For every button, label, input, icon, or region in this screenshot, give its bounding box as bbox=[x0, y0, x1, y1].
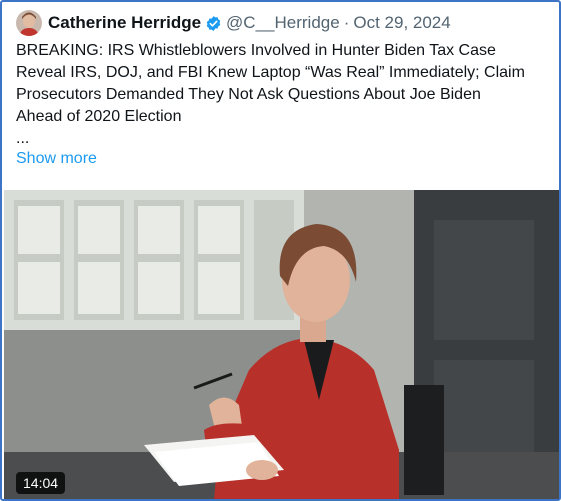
author-handle[interactable]: @C__Herridge bbox=[226, 13, 340, 33]
video-duration-badge: 14:04 bbox=[16, 472, 66, 494]
video-player[interactable]: 14:04 bbox=[4, 190, 559, 499]
verified-badge-icon bbox=[205, 15, 222, 32]
tweet-date[interactable]: Oct 29, 2024 bbox=[353, 13, 450, 33]
tweet-header: Catherine Herridge @C__Herridge · Oct 29… bbox=[16, 8, 451, 38]
show-more-link[interactable]: Show more bbox=[16, 150, 97, 168]
avatar[interactable] bbox=[16, 10, 42, 36]
author-name[interactable]: Catherine Herridge bbox=[48, 13, 201, 33]
tweet-text-ellipsis: ... bbox=[16, 130, 30, 147]
tweet-text-line: Prosecutors Demanded They Not Ask Questi… bbox=[16, 86, 481, 103]
tweet-text-line: Ahead of 2020 Election bbox=[16, 108, 182, 125]
tweet-text-line: Reveal IRS, DOJ, and FBI Knew Laptop “Wa… bbox=[16, 64, 525, 81]
tweet-text: BREAKING: IRS Whistleblowers Involved in… bbox=[16, 40, 551, 150]
separator-dot: · bbox=[343, 13, 350, 32]
tweet-text-line: BREAKING: IRS Whistleblowers Involved in… bbox=[16, 42, 496, 59]
video-thumbnail bbox=[4, 190, 559, 499]
tweet-card[interactable]: Catherine Herridge @C__Herridge · Oct 29… bbox=[0, 0, 561, 501]
